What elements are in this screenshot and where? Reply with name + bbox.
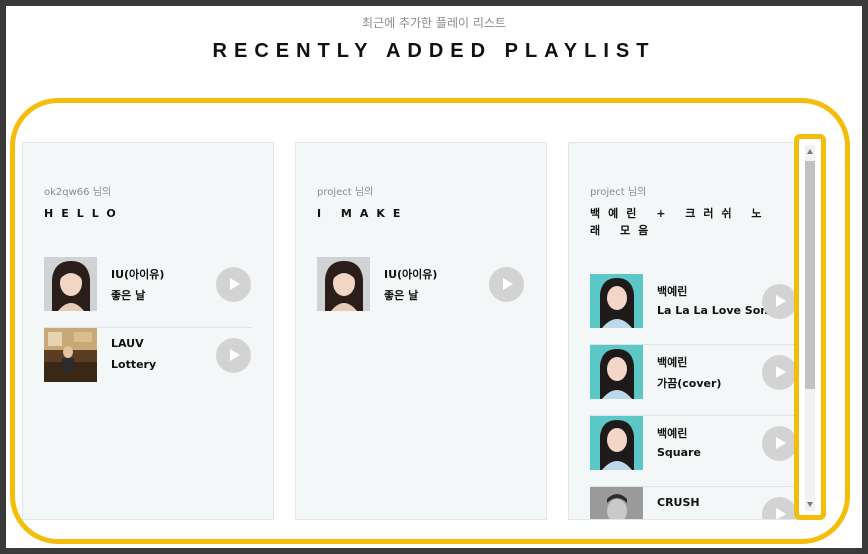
album-cover-yerin — [590, 345, 643, 399]
album-cover-lauv — [44, 328, 97, 382]
track-artist: IU(아이유) — [384, 268, 438, 281]
track-title: La La La Love Song — [657, 304, 776, 317]
track-title: 나빠 — [657, 517, 677, 519]
album-cover-yerin — [590, 274, 643, 328]
playlist-owner: project 님의 — [317, 187, 374, 198]
track-title: Lottery — [111, 358, 157, 371]
album-cover-iu — [317, 257, 370, 311]
play-button[interactable] — [216, 267, 251, 302]
page: 최근에 추가한 플레이 리스트 RECENTLY ADDED PLAYLIST … — [6, 6, 862, 548]
scroll-up-arrow-icon[interactable] — [807, 149, 813, 154]
playlist-owner: project 님의 — [590, 187, 647, 198]
track-row[interactable]: 백예린 가끔(cover) — [590, 345, 798, 416]
playlist-card[interactable]: project 님의 백예린 + 크러쉬 노래 모음 백예린 La La La … — [568, 142, 820, 520]
album-cover-yerin — [590, 416, 643, 470]
play-button[interactable] — [762, 355, 797, 390]
play-button[interactable] — [762, 497, 797, 519]
section-subtitle: 최근에 추가한 플레이 리스트 — [362, 16, 506, 30]
play-button[interactable] — [762, 426, 797, 461]
track-title: 좋은 날 — [111, 289, 146, 302]
track-row[interactable]: CRUSH 나빠 — [590, 487, 798, 519]
track-title: 좋은 날 — [384, 289, 419, 302]
track-row[interactable]: IU(아이유) 좋은 날 — [317, 257, 525, 327]
playlist-name[interactable]: 백예린 + 크러쉬 노래 모음 — [590, 205, 780, 239]
playlist-owner: ok2qw66 님의 — [44, 187, 112, 198]
track-artist: LAUV — [111, 337, 144, 350]
track-artist: 백예린 — [657, 285, 688, 298]
section-title: RECENTLY ADDED PLAYLIST — [212, 40, 656, 62]
track-row[interactable]: LAUV Lottery — [44, 328, 252, 398]
track-row[interactable]: 백예린 Square — [590, 416, 798, 487]
scrollbar-thumb[interactable] — [805, 161, 815, 389]
play-button[interactable] — [489, 267, 524, 302]
scroll-down-arrow-icon[interactable] — [807, 502, 813, 507]
track-title: 가끔(cover) — [657, 377, 722, 390]
track-row[interactable]: 백예린 La La La Love Song — [590, 274, 798, 345]
track-artist: CRUSH — [657, 496, 700, 509]
track-artist: IU(아이유) — [111, 268, 165, 281]
playlist-card[interactable]: project 님의 I MAKE IU(아이유) 좋은 날 — [295, 142, 547, 520]
track-title: Square — [657, 446, 701, 459]
track-row[interactable]: IU(아이유) 좋은 날 — [44, 257, 252, 328]
playlist-name[interactable]: HELLO — [44, 205, 234, 222]
track-artist: 백예린 — [657, 356, 688, 369]
scrollbar[interactable] — [805, 145, 815, 511]
playlist-card[interactable]: ok2qw66 님의 HELLO IU(아이유) 좋은 날 LAUV Lotte… — [22, 142, 274, 520]
play-button[interactable] — [216, 338, 251, 373]
album-cover-iu — [44, 257, 97, 311]
track-artist: 백예린 — [657, 427, 688, 440]
play-button[interactable] — [762, 284, 797, 319]
scrollbar-highlight — [794, 134, 826, 520]
playlist-name[interactable]: I MAKE — [317, 205, 507, 222]
album-cover-crush — [590, 487, 643, 519]
